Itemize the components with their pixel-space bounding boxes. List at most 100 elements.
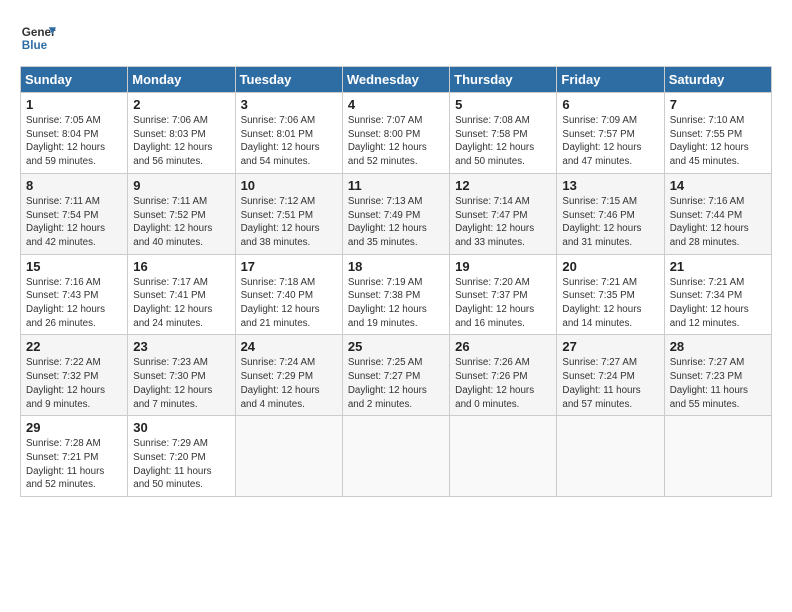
calendar-cell: 16Sunrise: 7:17 AMSunset: 7:41 PMDayligh… — [128, 254, 235, 335]
weekday-header-monday: Monday — [128, 67, 235, 93]
calendar-cell: 3 Sunrise: 7:06 AMSunset: 8:01 PMDaylight… — [235, 93, 342, 174]
day-info: Sunrise: 7:11 AMSunset: 7:52 PMDaylight:… — [133, 195, 229, 250]
day-info: Sunrise: 7:06 AMSunset: 8:03 PMDaylight:… — [133, 114, 229, 169]
calendar-week-2: 8Sunrise: 7:11 AMSunset: 7:54 PMDaylight… — [21, 173, 772, 254]
day-number: 2 — [133, 97, 229, 112]
day-info: Sunrise: 7:27 AMSunset: 7:23 PMDaylight:… — [670, 356, 766, 411]
day-number: 14 — [670, 178, 766, 193]
calendar-cell: 7 Sunrise: 7:10 AMSunset: 7:55 PMDaylight… — [664, 93, 771, 174]
day-info: Sunrise: 7:16 AMSunset: 7:43 PMDaylight:… — [26, 276, 122, 331]
day-number: 28 — [670, 339, 766, 354]
day-number: 22 — [26, 339, 122, 354]
calendar-cell: 27Sunrise: 7:27 AMSunset: 7:24 PMDayligh… — [557, 335, 664, 416]
calendar-cell: 18 Sunrise: 7:19 AMSunset: 7:38 PMDayligh… — [342, 254, 449, 335]
calendar-cell: 25 Sunrise: 7:25 AMSunset: 7:27 PMDayligh… — [342, 335, 449, 416]
calendar-cell: 30 Sunrise: 7:29 AMSunset: 7:20 PMDayligh… — [128, 416, 235, 497]
day-number: 7 — [670, 97, 766, 112]
weekday-header-row: SundayMondayTuesdayWednesdayThursdayFrid… — [21, 67, 772, 93]
day-number: 20 — [562, 259, 658, 274]
day-info: Sunrise: 7:20 AMSunset: 7:37 PMDaylight:… — [455, 276, 551, 331]
calendar-cell: 8Sunrise: 7:11 AMSunset: 7:54 PMDaylight… — [21, 173, 128, 254]
day-info: Sunrise: 7:22 AMSunset: 7:32 PMDaylight:… — [26, 356, 122, 411]
calendar-cell — [235, 416, 342, 497]
logo-icon: General Blue — [20, 20, 56, 56]
calendar-week-5: 29 Sunrise: 7:28 AMSunset: 7:21 PMDayligh… — [21, 416, 772, 497]
calendar-cell: 12 Sunrise: 7:14 AMSunset: 7:47 PMDayligh… — [450, 173, 557, 254]
day-number: 16 — [133, 259, 229, 274]
day-number: 25 — [348, 339, 444, 354]
calendar-cell: 15 Sunrise: 7:16 AMSunset: 7:43 PMDayligh… — [21, 254, 128, 335]
day-number: 24 — [241, 339, 337, 354]
day-info: Sunrise: 7:16 AMSunset: 7:44 PMDaylight:… — [670, 195, 766, 250]
calendar-cell: 5Sunrise: 7:08 AMSunset: 7:58 PMDaylight… — [450, 93, 557, 174]
day-info: Sunrise: 7:10 AMSunset: 7:55 PMDaylight:… — [670, 114, 766, 169]
weekday-header-thursday: Thursday — [450, 67, 557, 93]
calendar-cell: 2 Sunrise: 7:06 AMSunset: 8:03 PMDaylight… — [128, 93, 235, 174]
day-info: Sunrise: 7:06 AMSunset: 8:01 PMDaylight:… — [241, 114, 337, 169]
day-number: 18 — [348, 259, 444, 274]
day-number: 19 — [455, 259, 551, 274]
day-number: 30 — [133, 420, 229, 435]
day-info: Sunrise: 7:25 AMSunset: 7:27 PMDaylight:… — [348, 356, 444, 411]
day-info: Sunrise: 7:28 AMSunset: 7:21 PMDaylight:… — [26, 437, 122, 492]
day-number: 9 — [133, 178, 229, 193]
day-number: 3 — [241, 97, 337, 112]
day-info: Sunrise: 7:14 AMSunset: 7:47 PMDaylight:… — [455, 195, 551, 250]
day-info: Sunrise: 7:12 AMSunset: 7:51 PMDaylight:… — [241, 195, 337, 250]
calendar-cell: 28 Sunrise: 7:27 AMSunset: 7:23 PMDayligh… — [664, 335, 771, 416]
day-number: 13 — [562, 178, 658, 193]
calendar-week-3: 15 Sunrise: 7:16 AMSunset: 7:43 PMDayligh… — [21, 254, 772, 335]
calendar-table: SundayMondayTuesdayWednesdayThursdayFrid… — [20, 66, 772, 497]
weekday-header-friday: Friday — [557, 67, 664, 93]
calendar-week-1: 1 Sunrise: 7:05 AMSunset: 8:04 PMDaylight… — [21, 93, 772, 174]
day-number: 21 — [670, 259, 766, 274]
day-info: Sunrise: 7:27 AMSunset: 7:24 PMDaylight:… — [562, 356, 658, 411]
day-info: Sunrise: 7:21 AMSunset: 7:34 PMDaylight:… — [670, 276, 766, 331]
calendar-cell — [450, 416, 557, 497]
calendar-cell: 4Sunrise: 7:07 AMSunset: 8:00 PMDaylight… — [342, 93, 449, 174]
calendar-cell: 23 Sunrise: 7:23 AMSunset: 7:30 PMDayligh… — [128, 335, 235, 416]
day-number: 11 — [348, 178, 444, 193]
day-number: 23 — [133, 339, 229, 354]
day-number: 26 — [455, 339, 551, 354]
calendar-cell: 24 Sunrise: 7:24 AMSunset: 7:29 PMDayligh… — [235, 335, 342, 416]
day-info: Sunrise: 7:13 AMSunset: 7:49 PMDaylight:… — [348, 195, 444, 250]
calendar-cell: 6Sunrise: 7:09 AMSunset: 7:57 PMDaylight… — [557, 93, 664, 174]
calendar-cell — [342, 416, 449, 497]
day-info: Sunrise: 7:29 AMSunset: 7:20 PMDaylight:… — [133, 437, 229, 492]
day-number: 10 — [241, 178, 337, 193]
svg-text:Blue: Blue — [22, 39, 48, 52]
calendar-cell: 21 Sunrise: 7:21 AMSunset: 7:34 PMDayligh… — [664, 254, 771, 335]
day-number: 1 — [26, 97, 122, 112]
day-number: 15 — [26, 259, 122, 274]
day-number: 4 — [348, 97, 444, 112]
day-info: Sunrise: 7:05 AMSunset: 8:04 PMDaylight:… — [26, 114, 122, 169]
calendar-cell: 10 Sunrise: 7:12 AMSunset: 7:51 PMDayligh… — [235, 173, 342, 254]
day-info: Sunrise: 7:23 AMSunset: 7:30 PMDaylight:… — [133, 356, 229, 411]
weekday-header-saturday: Saturday — [664, 67, 771, 93]
day-info: Sunrise: 7:26 AMSunset: 7:26 PMDaylight:… — [455, 356, 551, 411]
calendar-cell: 19 Sunrise: 7:20 AMSunset: 7:37 PMDayligh… — [450, 254, 557, 335]
day-info: Sunrise: 7:09 AMSunset: 7:57 PMDaylight:… — [562, 114, 658, 169]
calendar-cell: 9 Sunrise: 7:11 AMSunset: 7:52 PMDaylight… — [128, 173, 235, 254]
day-info: Sunrise: 7:24 AMSunset: 7:29 PMDaylight:… — [241, 356, 337, 411]
calendar-cell: 14 Sunrise: 7:16 AMSunset: 7:44 PMDayligh… — [664, 173, 771, 254]
day-info: Sunrise: 7:15 AMSunset: 7:46 PMDaylight:… — [562, 195, 658, 250]
day-number: 8 — [26, 178, 122, 193]
day-number: 17 — [241, 259, 337, 274]
calendar-cell — [664, 416, 771, 497]
day-info: Sunrise: 7:21 AMSunset: 7:35 PMDaylight:… — [562, 276, 658, 331]
weekday-header-tuesday: Tuesday — [235, 67, 342, 93]
page-header: General Blue — [20, 20, 772, 56]
calendar-cell: 13 Sunrise: 7:15 AMSunset: 7:46 PMDayligh… — [557, 173, 664, 254]
calendar-cell: 1 Sunrise: 7:05 AMSunset: 8:04 PMDaylight… — [21, 93, 128, 174]
day-number: 12 — [455, 178, 551, 193]
calendar-cell: 26 Sunrise: 7:26 AMSunset: 7:26 PMDayligh… — [450, 335, 557, 416]
calendar-cell: 17 Sunrise: 7:18 AMSunset: 7:40 PMDayligh… — [235, 254, 342, 335]
day-number: 5 — [455, 97, 551, 112]
calendar-cell: 22 Sunrise: 7:22 AMSunset: 7:32 PMDayligh… — [21, 335, 128, 416]
day-info: Sunrise: 7:18 AMSunset: 7:40 PMDaylight:… — [241, 276, 337, 331]
day-number: 29 — [26, 420, 122, 435]
weekday-header-sunday: Sunday — [21, 67, 128, 93]
day-info: Sunrise: 7:19 AMSunset: 7:38 PMDaylight:… — [348, 276, 444, 331]
